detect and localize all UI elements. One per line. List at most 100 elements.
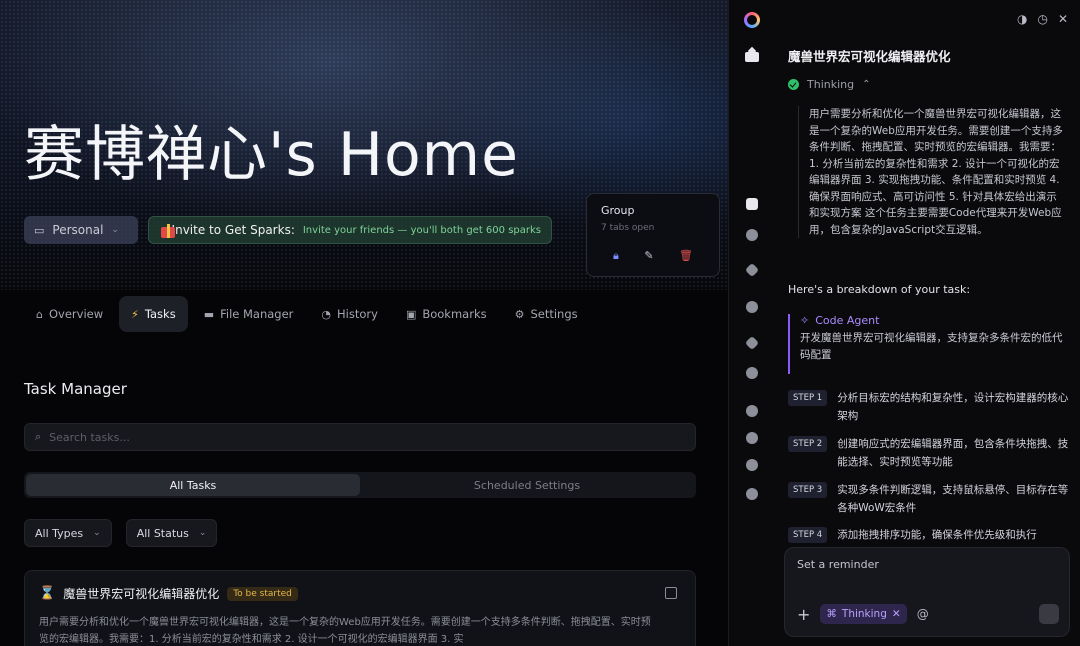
chevron-down-icon: ⌄ xyxy=(198,528,207,538)
task-segment-control: All Tasks Scheduled Settings xyxy=(24,472,696,498)
personal-dropdown[interactable]: ▭ Personal ⌄ xyxy=(24,216,138,244)
edit-icon[interactable]: ✎ xyxy=(644,249,653,263)
search-input[interactable] xyxy=(49,430,650,444)
briefcase-icon: ▭ xyxy=(34,223,45,237)
chat-toolbar: ◑ ◷ ✕ xyxy=(1017,12,1068,26)
chevron-down-icon: ⌄ xyxy=(111,225,119,235)
home-icon[interactable] xyxy=(745,48,759,62)
gear-icon: ⚙ xyxy=(514,307,525,321)
step-item: STEP 3 实现多条件判断逻辑，支持鼠标悬停、目标存在等各种WoW宏条件 xyxy=(788,481,1073,517)
type-filter[interactable]: All Types ⌄ xyxy=(24,519,112,547)
segment-scheduled-settings[interactable]: Scheduled Settings xyxy=(360,474,694,496)
tab-label: Overview xyxy=(48,307,104,321)
thinking-chip[interactable]: ⌘ Thinking ✕ xyxy=(820,604,907,624)
tab-history[interactable]: ◔ History xyxy=(309,296,390,332)
agent-name: Code Agent xyxy=(815,314,880,327)
trash-icon[interactable]: 🗑︎ xyxy=(679,249,693,263)
group-subtitle: 7 tabs open xyxy=(601,223,655,233)
tab-bookmarks[interactable]: ▣ Bookmarks xyxy=(394,296,499,332)
message-input[interactable] xyxy=(797,558,1057,582)
thinking-toggle[interactable]: Thinking ⌃ xyxy=(788,78,871,91)
tab-tasks[interactable]: ⚡ Tasks xyxy=(119,296,188,332)
agent-description: 开发魔兽世界宏可视化编辑器，支持复杂多条件宏的低代码配置 xyxy=(800,332,1063,361)
task-title: 魔兽世界宏可视化编辑器优化 xyxy=(63,587,220,601)
send-button[interactable] xyxy=(1039,604,1059,624)
rail-item[interactable] xyxy=(746,229,758,241)
task-description: 用户需要分析和优化一个魔兽世界宏可视化编辑器，这是一个复杂的Web应用开发任务。… xyxy=(39,617,651,645)
step-item: STEP 4 添加拖拽排序功能，确保条件优先级和执行 xyxy=(788,526,1073,544)
invite-banner[interactable]: Invite to Get Sparks: Invite your friend… xyxy=(148,216,552,244)
lightning-icon: ⚡ xyxy=(131,307,139,321)
step-label: STEP 4 xyxy=(788,527,828,543)
copy-icon[interactable] xyxy=(665,587,677,599)
tab-label: Settings xyxy=(530,307,578,321)
filter-label: All Status xyxy=(136,526,189,540)
sparkle-icon: ⌘ xyxy=(826,608,837,620)
step-label: STEP 3 xyxy=(788,482,828,498)
message-composer: + ⌘ Thinking ✕ @ xyxy=(784,547,1070,637)
add-icon[interactable]: + xyxy=(797,605,810,624)
mention-button[interactable]: @ xyxy=(917,607,929,621)
check-icon xyxy=(788,79,799,90)
tab-bar: ⌂ Overview ⚡ Tasks ▬ File Manager ◔ Hist… xyxy=(24,296,590,332)
invite-subtitle: Invite your friends — you'll both get 60… xyxy=(302,224,541,236)
chip-label: Thinking xyxy=(841,608,887,620)
step-text: 实现多条件判断逻辑，支持鼠标悬停、目标存在等各种WoW宏条件 xyxy=(837,484,1069,514)
step-text: 添加拖拽排序功能，确保条件优先级和执行 xyxy=(837,529,1037,541)
rail-item[interactable] xyxy=(746,367,758,379)
tab-file-manager[interactable]: ▬ File Manager xyxy=(192,296,306,332)
agent-card: ✧ Code Agent 开发魔兽世界宏可视化编辑器，支持复杂多条件宏的低代码配… xyxy=(788,314,1066,374)
step-item: STEP 1 分析目标宏的结构和复杂性，设计宏构建器的核心架构 xyxy=(788,389,1073,425)
thinking-label: Thinking xyxy=(807,78,855,91)
rail-item[interactable] xyxy=(744,335,760,351)
step-text: 分析目标宏的结构和复杂性，设计宏构建器的核心架构 xyxy=(837,392,1069,422)
gift-icon xyxy=(159,221,174,239)
side-rail xyxy=(728,0,774,646)
chevron-up-icon: ⌃ xyxy=(862,79,871,90)
rail-item[interactable] xyxy=(746,459,758,471)
rail-item[interactable] xyxy=(746,432,758,444)
tab-label: Tasks xyxy=(144,307,176,321)
step-item: STEP 2 创建响应式的宏编辑器界面，包含条件块拖拽、技能选择、实时预览等功能 xyxy=(788,435,1073,471)
status-filter[interactable]: All Status ⌄ xyxy=(125,519,218,547)
filter-label: All Types xyxy=(35,526,84,540)
rail-item[interactable] xyxy=(746,198,758,210)
tab-overview[interactable]: ⌂ Overview xyxy=(24,296,115,332)
close-icon[interactable]: ✕ xyxy=(892,608,901,620)
hourglass-icon: ⌛ xyxy=(39,586,56,601)
rail-item[interactable] xyxy=(744,262,760,278)
app-logo-icon[interactable] xyxy=(744,12,760,28)
rail-item[interactable] xyxy=(746,405,758,417)
lock-icon[interactable]: 🔒︎ xyxy=(613,249,619,263)
segment-all-tasks[interactable]: All Tasks xyxy=(26,474,360,496)
section-title: Task Manager xyxy=(24,380,127,398)
clock-icon: ◔ xyxy=(321,307,332,321)
history-icon[interactable]: ◷ xyxy=(1037,12,1047,26)
main-area: 赛博禅心's Home ▭ Personal ⌄ Invite to Get S… xyxy=(0,0,728,646)
home-icon: ⌂ xyxy=(36,307,43,321)
page-title: 赛博禅心's Home xyxy=(24,120,520,190)
tab-label: File Manager xyxy=(220,307,294,321)
tab-settings[interactable]: ⚙ Settings xyxy=(503,296,590,332)
invite-title: Invite to Get Sparks: xyxy=(171,223,295,237)
group-title: Group xyxy=(601,204,635,217)
close-icon[interactable]: ✕ xyxy=(1058,12,1068,26)
status-badge: To be started xyxy=(227,586,298,601)
tab-label: Bookmarks xyxy=(422,307,487,321)
chevron-down-icon: ⌄ xyxy=(93,528,101,538)
personal-label: Personal xyxy=(52,223,104,237)
rail-item[interactable] xyxy=(746,301,758,313)
rail-item[interactable] xyxy=(746,488,758,500)
thinking-content: 用户需要分析和优化一个魔兽世界宏可视化编辑器，这是一个复杂的Web应用开发任务。… xyxy=(798,106,1066,238)
filter-row: All Types ⌄ All Status ⌄ xyxy=(24,519,218,547)
group-popup: Group 7 tabs open 🔒︎ ✎ 🗑︎ xyxy=(586,193,720,277)
chat-panel: ◑ ◷ ✕ 魔兽世界宏可视化编辑器优化 Thinking ⌃ 用户需要分析和优化… xyxy=(774,0,1080,646)
task-search: ⌕ xyxy=(24,423,696,451)
task-card[interactable]: ⌛ 魔兽世界宏可视化编辑器优化 To be started 用户需要分析和优化一… xyxy=(24,570,696,646)
new-chat-icon[interactable]: ◑ xyxy=(1017,12,1027,26)
step-text: 创建响应式的宏编辑器界面，包含条件块拖拽、技能选择、实时预览等功能 xyxy=(837,438,1069,468)
breakdown-heading: Here's a breakdown of your task: xyxy=(788,283,971,296)
step-label: STEP 2 xyxy=(788,436,828,452)
chat-title: 魔兽世界宏可视化编辑器优化 xyxy=(788,49,951,64)
search-icon: ⌕ xyxy=(35,430,42,443)
